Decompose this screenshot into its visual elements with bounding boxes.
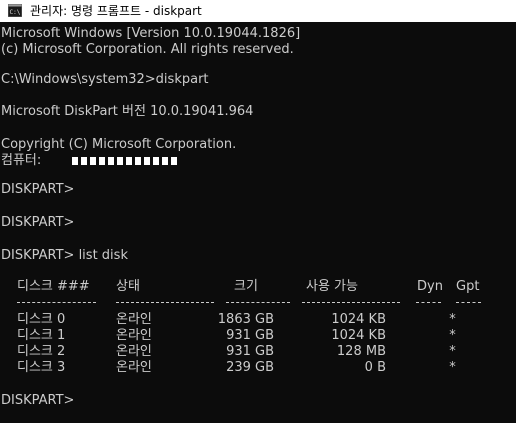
disk-gpt: * — [449, 344, 456, 359]
disk-status: 온라인 — [116, 312, 152, 327]
column-header-status: 상태 — [116, 279, 140, 294]
cmd-icon: C:\ — [8, 4, 22, 17]
disk-free: 0 B — [364, 360, 386, 375]
redacted-computer-name — [72, 157, 180, 165]
disk-dyn — [416, 312, 441, 328]
disk-dyn — [416, 328, 441, 344]
disk-dyn — [416, 344, 441, 360]
title-bar[interactable]: C:\ 관리자: 명령 프롬프트 - diskpart — [0, 0, 516, 22]
disk-size: 931 GB — [226, 344, 274, 359]
console-line: DISKPART> — [1, 182, 75, 197]
disk-free: 128 MB — [336, 344, 386, 359]
header-separator — [226, 302, 290, 304]
computer-name-label: 컴퓨터: — [1, 153, 42, 168]
disk-name: 디스크 2 — [17, 344, 66, 359]
console-output[interactable]: Microsoft Windows [Version 10.0.19044.18… — [0, 24, 516, 423]
console-line: Microsoft Windows [Version 10.0.19044.18… — [1, 26, 301, 41]
svg-text:C:\: C:\ — [10, 9, 21, 16]
console-line: C:\Windows\system32>diskpart — [1, 72, 209, 87]
console-line: DISKPART> — [1, 215, 75, 230]
disk-name: 디스크 0 — [17, 312, 66, 327]
disk-size: 931 GB — [226, 328, 274, 343]
console-line: DISKPART> list disk — [1, 248, 128, 263]
disk-status: 온라인 — [116, 344, 152, 359]
disk-size: 1863 GB — [217, 312, 274, 327]
column-header-gpt: Gpt — [456, 279, 480, 294]
disk-status: 온라인 — [116, 328, 152, 343]
column-header-size: 크기 — [234, 279, 258, 294]
command-prompt[interactable]: DISKPART> — [1, 393, 74, 409]
window-title: 관리자: 명령 프롬프트 - diskpart — [30, 4, 202, 18]
disk-name: 디스크 1 — [17, 328, 66, 343]
column-header-disk: 디스크 ### — [17, 279, 90, 294]
console-line: (c) Microsoft Corporation. All rights re… — [1, 42, 294, 57]
disk-free: 1024 KB — [331, 328, 386, 343]
disk-size: 239 GB — [226, 360, 274, 375]
header-separator — [302, 302, 400, 304]
disk-status: 온라인 — [116, 360, 152, 375]
header-separator — [17, 302, 96, 304]
disk-name: 디스크 3 — [17, 360, 66, 375]
column-header-dyn: Dyn — [417, 279, 443, 294]
disk-gpt: * — [449, 328, 456, 343]
header-separator — [416, 302, 441, 304]
disk-dyn — [416, 360, 441, 376]
header-separator — [456, 302, 481, 304]
console-line: Copyright (C) Microsoft Corporation. — [1, 137, 237, 152]
disk-gpt: * — [449, 312, 456, 327]
console-line: Microsoft DiskPart 버전 10.0.19041.964 — [1, 104, 254, 119]
header-separator — [116, 302, 214, 304]
column-header-free: 사용 가능 — [306, 279, 358, 294]
disk-gpt: * — [449, 360, 456, 375]
disk-free: 1024 KB — [331, 312, 386, 327]
command-prompt-window: C:\ 관리자: 명령 프롬프트 - diskpart Microsoft Wi… — [0, 0, 516, 423]
